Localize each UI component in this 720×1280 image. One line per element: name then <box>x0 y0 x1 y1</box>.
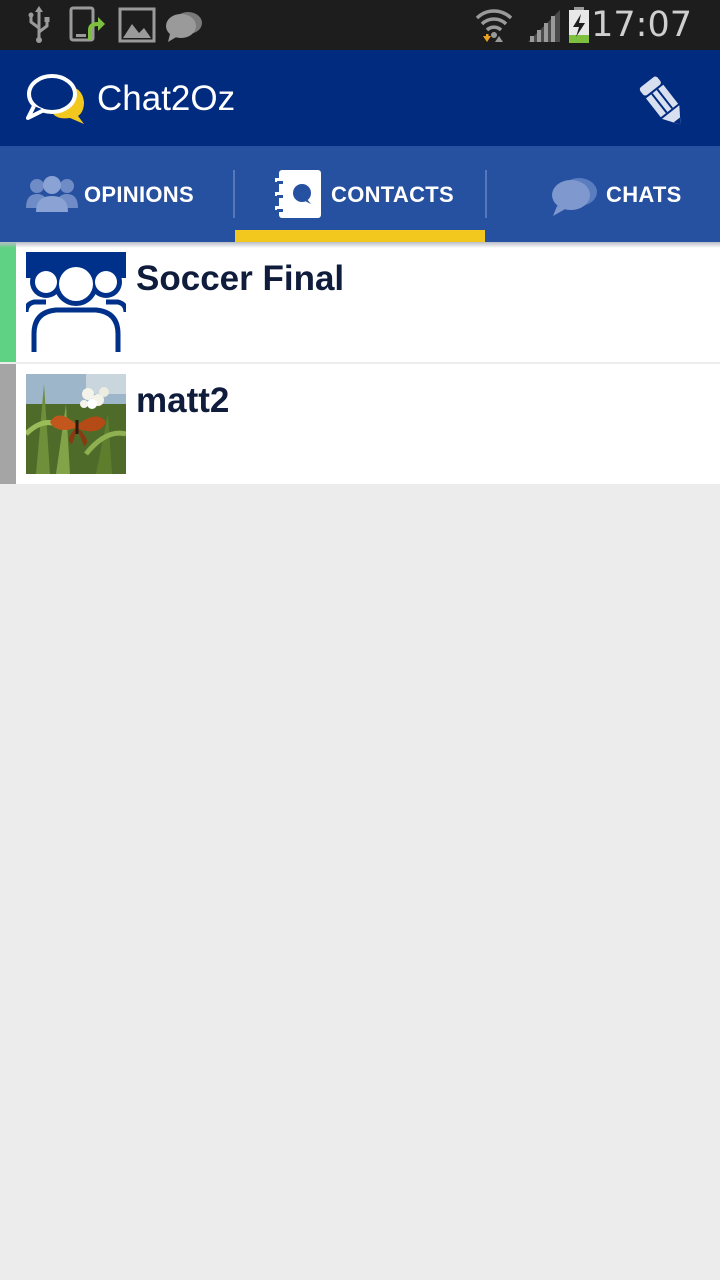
tab-opinions[interactable]: OPINIONS <box>0 146 234 242</box>
signal-icon <box>528 10 560 42</box>
people-icon <box>26 176 78 212</box>
group-avatar-graphic <box>26 252 126 352</box>
status-clock: 17:07 <box>591 5 692 45</box>
pencil-icon[interactable] <box>632 70 694 128</box>
butterfly-photo <box>26 374 126 474</box>
phone-update-icon <box>69 6 105 42</box>
list-item[interactable]: Soccer Final <box>0 242 720 362</box>
group-icon <box>26 252 126 352</box>
list-item[interactable]: matt2 <box>0 364 720 484</box>
app-bar: Chat2Oz <box>0 50 720 146</box>
chat-bubbles-icon <box>552 178 597 216</box>
status-accent-bar <box>0 242 16 362</box>
app-title: Chat2Oz <box>97 79 236 118</box>
tab-chats-label: CHATS <box>606 182 682 207</box>
battery-charging-icon <box>569 7 589 43</box>
tab-contacts[interactable]: CONTACTS <box>235 146 485 242</box>
wifi-icon <box>475 9 513 42</box>
tab-chats[interactable]: CHATS <box>487 146 720 242</box>
status-accent-bar <box>0 364 16 484</box>
chat-bubbles-logo-icon <box>26 74 84 124</box>
contact-name: Soccer Final <box>136 259 345 298</box>
contact-list: Soccer Final matt2 <box>0 242 720 484</box>
chat-notification-icon <box>166 12 202 42</box>
address-book-icon <box>275 170 321 218</box>
tab-bar: OPINIONS CONTACTS CHATS <box>0 146 720 242</box>
tab-bar-shadow <box>0 242 720 248</box>
usb-icon <box>28 6 50 43</box>
picture-icon <box>118 7 156 43</box>
contact-name: matt2 <box>136 381 230 420</box>
selected-tab-indicator <box>235 230 485 242</box>
tab-contacts-label: CONTACTS <box>331 182 454 207</box>
status-bar: 17:07 <box>0 0 720 50</box>
tab-opinions-label: OPINIONS <box>84 182 194 207</box>
butterfly-photo-graphic <box>26 374 126 474</box>
